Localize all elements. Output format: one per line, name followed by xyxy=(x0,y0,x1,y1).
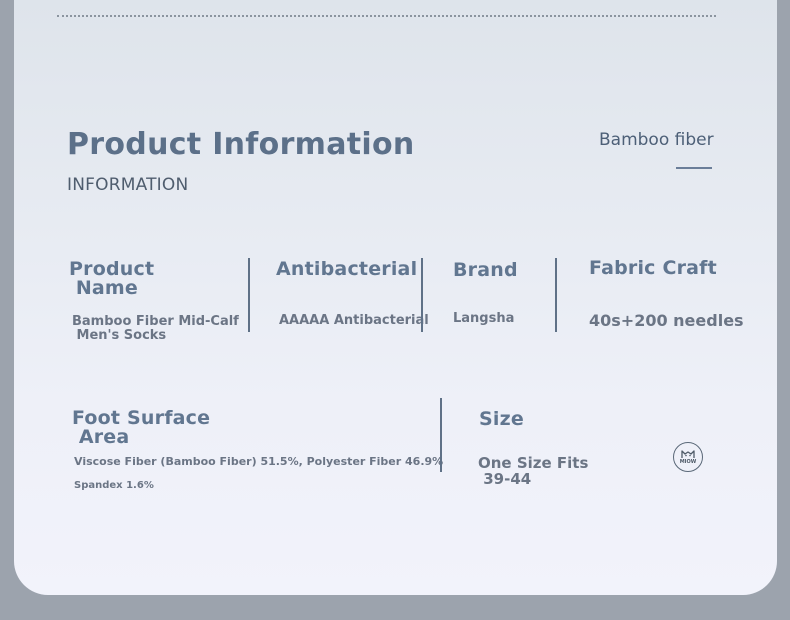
antibacterial-value: AAAAA Antibacterial xyxy=(279,313,429,328)
column-divider xyxy=(555,258,557,332)
cat-logo-icon: MIOW xyxy=(673,442,703,472)
tag-underline xyxy=(676,167,712,169)
foot-surface-value-extra: Spandex 1.6% xyxy=(74,480,154,491)
size-value: One Size Fits 39-44 xyxy=(478,454,589,488)
product-name-value: Bamboo Fiber Mid-Calf Men's Socks xyxy=(72,314,239,343)
fabric-craft-value: 40s+200 needles xyxy=(589,311,744,330)
product-name-label: Product Name xyxy=(69,258,155,299)
fabric-craft-label: Fabric Craft xyxy=(589,257,717,279)
brand-label: Brand xyxy=(453,259,518,281)
foot-surface-value: Viscose Fiber (Bamboo Fiber) 51.5%, Poly… xyxy=(74,455,444,468)
column-divider xyxy=(421,258,423,332)
brand-value: Langsha xyxy=(453,311,515,326)
page-title: Product Information xyxy=(67,127,415,162)
antibacterial-label: Antibacterial xyxy=(276,258,418,280)
size-label: Size xyxy=(479,408,524,430)
material-tag: Bamboo fiber xyxy=(599,130,714,150)
logo-text: MIOW xyxy=(679,459,697,465)
column-divider xyxy=(248,258,250,332)
foot-surface-label: Foot Surface Area xyxy=(72,407,211,448)
page-subtitle: INFORMATION xyxy=(67,175,189,195)
column-divider xyxy=(440,398,442,472)
dotted-divider xyxy=(57,15,716,17)
